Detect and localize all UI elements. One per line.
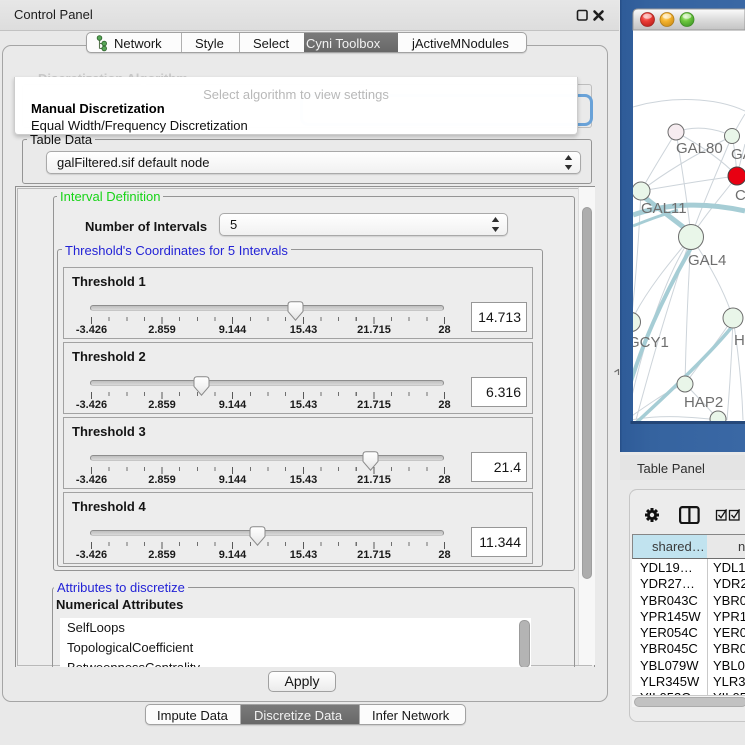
svg-text:GAL11: GAL11: [641, 200, 687, 217]
svg-text:GAL4: GAL4: [688, 252, 726, 269]
svg-text:HA: HA: [734, 332, 745, 349]
svg-text:GCY1: GCY1: [628, 334, 669, 351]
svg-text:GA: GA: [731, 146, 745, 163]
svg-text:HAP2: HAP2: [684, 394, 723, 411]
svg-text:GAL80: GAL80: [676, 140, 723, 157]
svg-text:C: C: [735, 187, 745, 204]
